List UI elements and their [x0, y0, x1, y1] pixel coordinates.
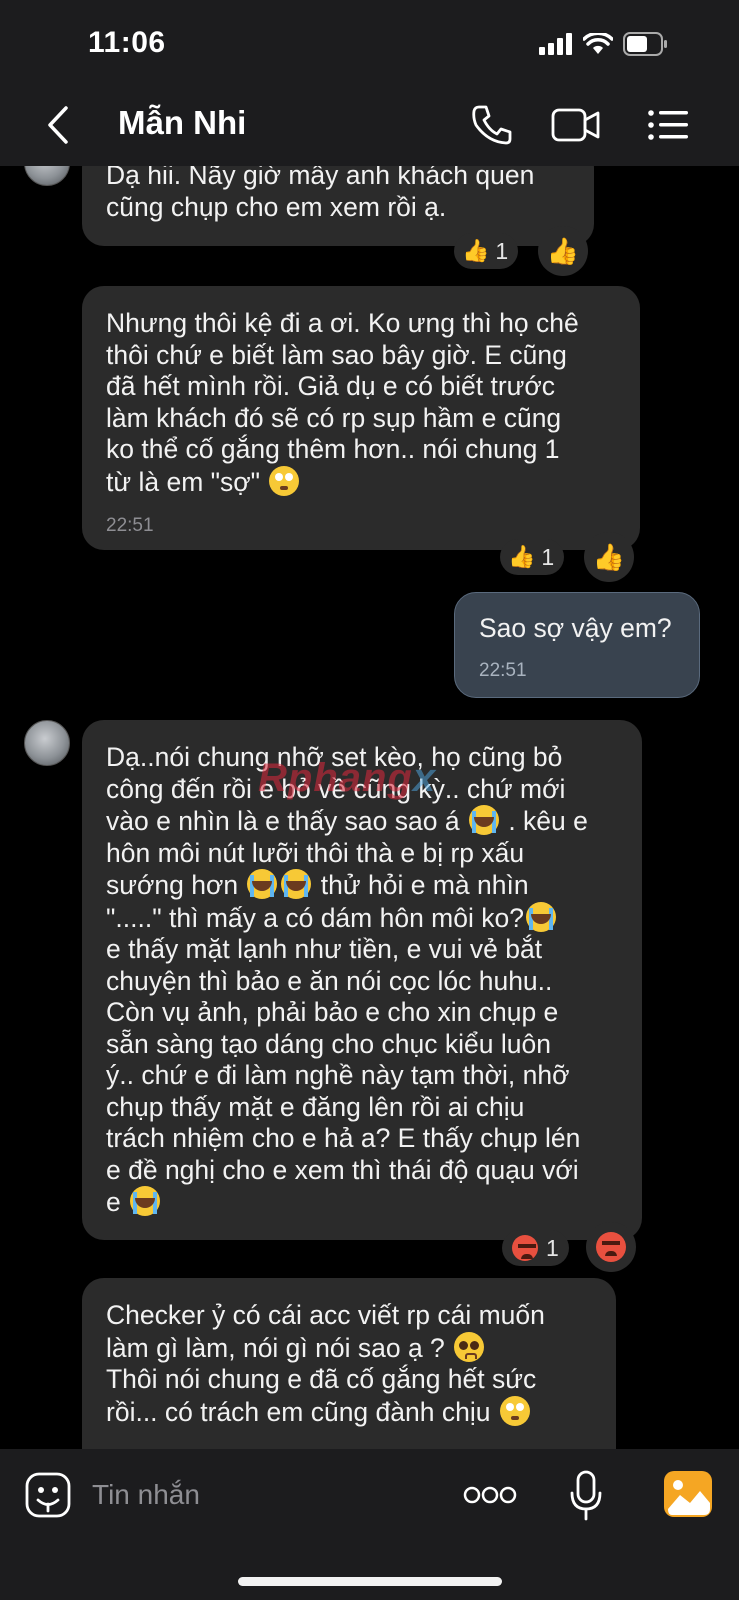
battery-icon	[623, 32, 667, 56]
thumbs-up-icon: 👍	[546, 235, 580, 266]
avatar[interactable]	[24, 720, 70, 766]
microphone-icon	[570, 1470, 602, 1521]
sticker-button[interactable]	[24, 1471, 72, 1519]
voice-call-button[interactable]	[466, 100, 518, 150]
message-text: Nhưng thôi kệ đi a ơi. Ko ưng thì họ chê…	[106, 308, 579, 497]
chat-title[interactable]: Mẫn Nhi	[118, 104, 246, 142]
face-with-rolling-eyes-icon	[269, 465, 300, 496]
reaction-count: 1	[546, 1234, 559, 1261]
video-camera-icon	[551, 108, 600, 142]
reaction-summary[interactable]: 👍 1	[454, 233, 519, 269]
my-message-bubble[interactable]: Sao sợ vậy em? 22:51	[454, 592, 700, 698]
react-button[interactable]: 👍	[538, 226, 588, 276]
thumbs-up-icon: 👍	[462, 238, 490, 263]
phone-icon	[472, 105, 512, 145]
pleading-face-icon	[454, 1331, 485, 1362]
voice-message-button[interactable]	[568, 1469, 604, 1523]
loudly-crying-face-icon	[247, 869, 278, 899]
loudly-crying-face-icon	[281, 869, 312, 899]
loudly-crying-face-icon	[525, 901, 556, 932]
message-time: 22:51	[479, 659, 527, 681]
message-text: Sao sợ vậy em?	[479, 613, 672, 643]
wifi-icon	[583, 33, 613, 54]
image-picker-button[interactable]	[662, 1469, 714, 1519]
reaction-count: 1	[541, 543, 555, 570]
reaction-summary[interactable]: 👍 1	[500, 539, 565, 575]
list-menu-icon	[648, 110, 688, 140]
more-options-button[interactable]	[462, 1483, 518, 1507]
message-bubble[interactable]: Checker ỷ có cái acc viết rp cái muốn là…	[82, 1278, 616, 1449]
message-text-part: e thấy mặt lạnh như tiền, e vui vẻ bắt c…	[106, 934, 581, 1217]
cellular-signal-icon	[539, 33, 572, 55]
status-time: 11:06	[88, 26, 166, 59]
loudly-crying-face-icon	[468, 805, 499, 835]
message-time: 22:51	[106, 515, 154, 536]
message-text-part: Thôi nói chung e đã cố gắng hết sức rồi.…	[106, 1364, 537, 1427]
reaction-summary[interactable]: 1	[502, 1230, 569, 1266]
options-menu-button[interactable]	[642, 100, 694, 150]
image-gallery-icon	[664, 1471, 712, 1517]
loudly-crying-face-icon	[130, 1186, 161, 1216]
angry-face-icon	[596, 1232, 626, 1262]
message-input[interactable]: Tin nhắn	[92, 1479, 200, 1511]
angry-face-icon	[512, 1235, 538, 1261]
chat-messages[interactable]: Dạ hii. Nãy giờ mây anh khách quen cũng …	[0, 166, 739, 1449]
home-indicator	[238, 1577, 502, 1586]
message-bubble[interactable]: Nhưng thôi kệ đi a ơi. Ko ưng thì họ chê…	[82, 286, 640, 550]
react-button[interactable]	[586, 1222, 636, 1272]
reaction-count: 1	[495, 237, 509, 264]
ellipsis-icon	[463, 1486, 517, 1504]
avatar[interactable]	[24, 166, 70, 186]
back-button[interactable]	[38, 100, 78, 150]
message-text: Dạ hii. Nãy giờ mây anh khách quen cũng …	[106, 166, 535, 222]
message-composer: Tin nhắn	[0, 1449, 739, 1600]
video-call-button[interactable]	[550, 100, 602, 150]
message-bubble[interactable]: Dạ..nói chung nhỡ set kèo, họ cũng bỏ cô…	[82, 720, 642, 1240]
thumbs-up-icon: 👍	[592, 541, 626, 572]
chevron-left-icon	[48, 106, 68, 144]
face-with-rolling-eyes-icon	[499, 1395, 530, 1426]
smiley-sticker-icon	[25, 1472, 71, 1518]
message-bubble[interactable]: Dạ hii. Nãy giờ mây anh khách quen cũng …	[82, 166, 594, 246]
thumbs-up-icon: 👍	[508, 544, 536, 569]
react-button[interactable]: 👍	[584, 532, 634, 582]
top-bar: 11:06 Mẫn Nhi	[0, 0, 739, 166]
status-icons	[539, 32, 669, 56]
